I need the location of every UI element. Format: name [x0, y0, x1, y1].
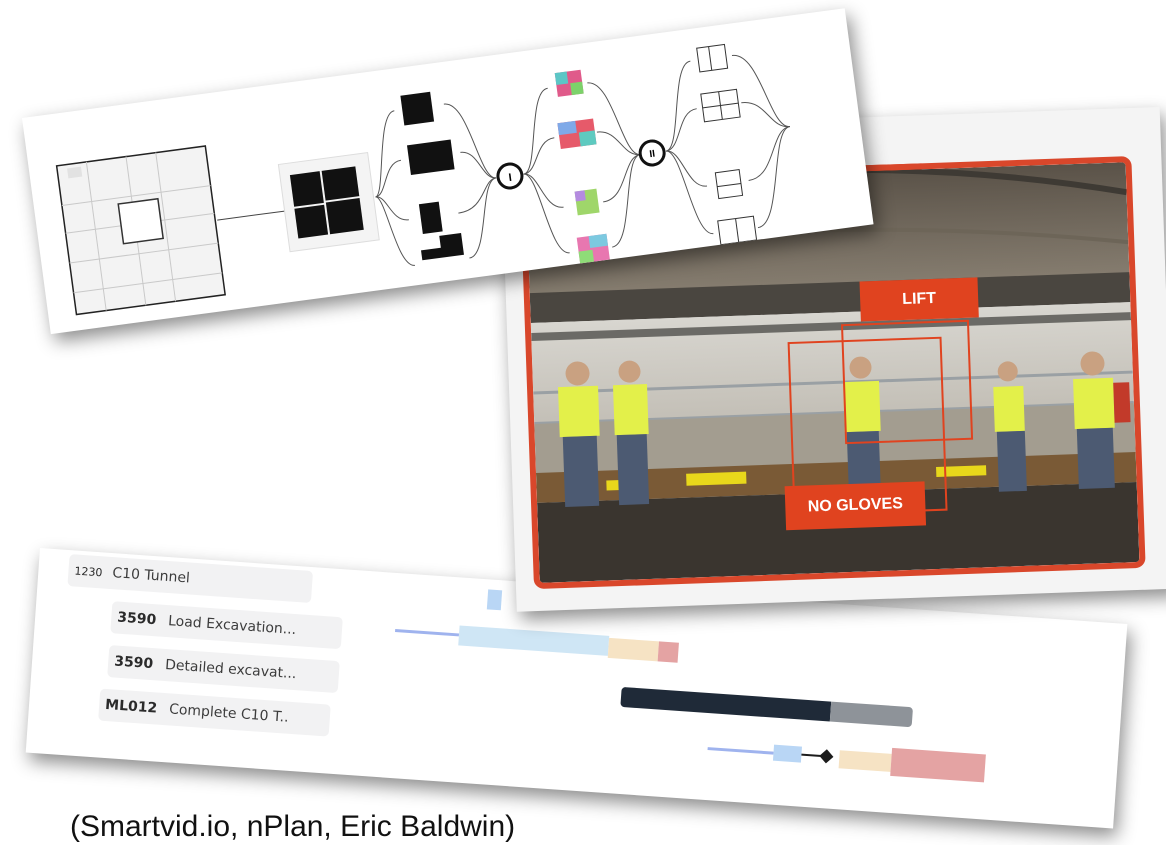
- milestone-diamond-icon[interactable]: [819, 749, 834, 764]
- gantt-link-line: [395, 628, 460, 637]
- task-name: C10 Tunnel: [111, 565, 191, 587]
- gantt-bar[interactable]: [890, 747, 986, 783]
- task-row[interactable]: 3590 Detailed excavat...: [107, 645, 340, 694]
- gantt-bar[interactable]: [607, 637, 659, 662]
- task-name: Load Excavation...: [167, 613, 297, 639]
- gantt-link-line: [707, 747, 774, 755]
- label-no-gloves: NO GLOVES: [784, 481, 927, 531]
- gantt-bar-remaining[interactable]: [829, 701, 914, 728]
- gantt-bar[interactable]: [772, 744, 802, 763]
- building-footprint: [277, 152, 380, 253]
- site-map: [55, 145, 226, 316]
- task-row[interactable]: 3590 Load Excavation...: [110, 601, 343, 650]
- task-code: ML012: [104, 696, 158, 717]
- gantt-bar-progress[interactable]: [620, 686, 832, 722]
- task-name: Detailed excavat...: [164, 657, 297, 683]
- gantt-bar[interactable]: [657, 641, 679, 663]
- task-code: 1230: [74, 563, 103, 579]
- detection-box: [840, 319, 974, 445]
- caption: (Smartvid.io, nPlan, Eric Baldwin): [70, 810, 516, 843]
- gantt-bar[interactable]: [486, 589, 503, 611]
- detailed-floorplans: [696, 43, 758, 246]
- task-code: 3590: [116, 609, 157, 629]
- gantt-bar[interactable]: [458, 625, 610, 656]
- task-name: Complete C10 T..: [168, 701, 290, 726]
- label-lift: LIFT: [859, 277, 979, 322]
- task-row[interactable]: 1230 C10 Tunnel: [67, 554, 314, 604]
- task-row[interactable]: ML012 Complete C10 T..: [98, 688, 331, 737]
- colored-floorplans: [554, 69, 610, 264]
- block-shapes: [400, 91, 464, 261]
- task-code: 3590: [113, 653, 154, 673]
- gantt-bar[interactable]: [838, 750, 892, 772]
